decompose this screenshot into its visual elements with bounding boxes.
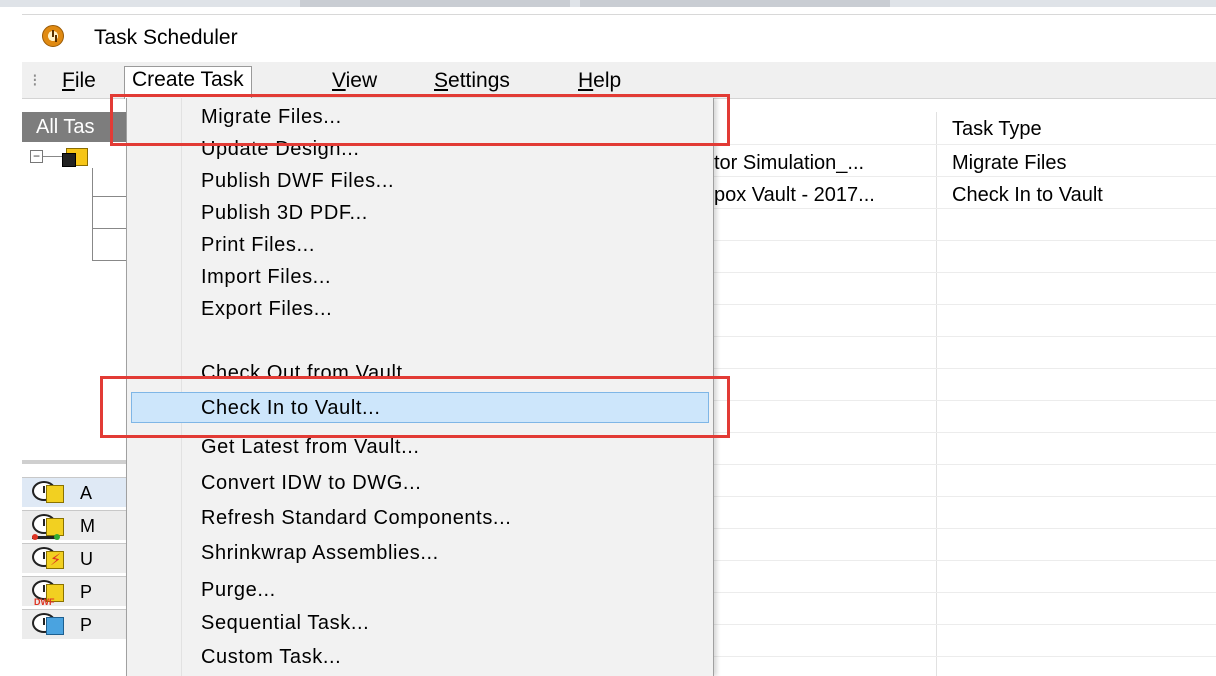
menu-settings-label: Settings (434, 69, 510, 92)
menu-item-export-files[interactable]: Export Files... (127, 294, 713, 325)
grid-row-line (712, 496, 1216, 497)
column-header-task-type[interactable]: Task Type (952, 118, 1042, 141)
menu-file[interactable]: File (62, 68, 96, 94)
top-strip-segment (580, 0, 890, 7)
menu-item-sequential-task[interactable]: Sequential Task... (127, 608, 713, 639)
table-cell-task-name[interactable]: pox Vault - 2017... (714, 184, 875, 207)
nav-button-label: P (80, 582, 93, 602)
title-bar: Task Scheduler (22, 14, 1216, 61)
menu-item-custom-task[interactable]: Custom Task... (127, 642, 713, 673)
menu-help-label: Help (578, 69, 622, 92)
grid-row-line (712, 240, 1216, 241)
grid-row-line (712, 592, 1216, 593)
tree-connector (92, 168, 93, 260)
nav-button-label: M (80, 516, 95, 536)
menu-item-migrate-files[interactable]: Migrate Files... (127, 102, 713, 133)
menu-file-rest: ile (74, 69, 96, 92)
grid-row-line (712, 656, 1216, 657)
tree-panel-header: All Tas (22, 112, 126, 142)
nav-button-label: U (80, 549, 93, 569)
update-design-icon: ⚡ (32, 547, 66, 571)
create-task-dropdown: Migrate Files... Update Design... Publis… (126, 98, 714, 676)
menu-item-refresh-standard[interactable]: Refresh Standard Components... (127, 503, 713, 534)
grid-row-line (712, 336, 1216, 337)
menu-bar: ⁝ File Create Task View Settings Help (22, 62, 1216, 99)
menu-create-task-label: Create Task (132, 68, 244, 91)
toolbar-grip-icon[interactable]: ⁝ (32, 70, 38, 91)
grid-row-line (712, 400, 1216, 401)
table-cell-task-name[interactable]: tor Simulation_... (714, 152, 864, 175)
tree-connector (92, 260, 126, 261)
grid-row-line (712, 144, 1216, 145)
panel-splitter[interactable] (22, 460, 126, 464)
tree-connector (92, 228, 126, 229)
grid-row-line (712, 208, 1216, 209)
grid-row-line (712, 432, 1216, 433)
nav-button-label: A (80, 483, 93, 503)
publish-dwf-icon: DWF (32, 580, 66, 607)
nav-button-label: P (80, 615, 93, 635)
nav-publish-pdf-button[interactable]: P (22, 609, 126, 639)
menu-item-check-in-vault[interactable]: Check In to Vault... (131, 392, 709, 423)
nav-migrate-button[interactable]: M (22, 510, 126, 540)
table-cell-task-type[interactable]: Check In to Vault (952, 184, 1103, 207)
menu-item-convert-idw-dwg[interactable]: Convert IDW to DWG... (127, 468, 713, 499)
window-title: Task Scheduler (94, 26, 238, 49)
menu-view[interactable]: View (332, 68, 377, 94)
tree-connector (43, 156, 63, 157)
all-tasks-icon (32, 481, 66, 505)
grid-row-line (712, 304, 1216, 305)
tree-connector (92, 196, 126, 197)
grid-row-line (712, 368, 1216, 369)
menu-item-check-out-vault[interactable]: Check Out from Vault... (127, 358, 713, 389)
menu-item-get-latest-vault[interactable]: Get Latest from Vault... (127, 432, 713, 463)
menu-item-shrinkwrap[interactable]: Shrinkwrap Assemblies... (127, 538, 713, 569)
menu-item-print-files[interactable]: Print Files... (127, 230, 713, 261)
menu-item-import-files[interactable]: Import Files... (127, 262, 713, 293)
table-cell-task-type[interactable]: Migrate Files (952, 152, 1066, 175)
menu-settings[interactable]: Settings (434, 68, 510, 94)
clock-icon (42, 25, 64, 47)
menu-item-publish-3d-pdf[interactable]: Publish 3D PDF... (127, 198, 713, 229)
task-tree-panel: All Tas − A M ⚡ U DWF P P (22, 112, 127, 676)
dwf-badge: DWF (34, 597, 55, 607)
grid-row-line (712, 464, 1216, 465)
nav-update-button[interactable]: ⚡ U (22, 543, 126, 573)
folder-tasks-icon[interactable] (62, 148, 88, 167)
grid-row-line (712, 528, 1216, 529)
grid-row-line (712, 272, 1216, 273)
menu-item-update-design[interactable]: Update Design... (127, 134, 713, 165)
menu-help[interactable]: Help (578, 68, 621, 94)
top-window-strip (0, 0, 1216, 7)
publish-3d-pdf-icon (32, 613, 66, 637)
nav-all-tasks-button[interactable]: A (22, 477, 126, 507)
grid-row-line (712, 560, 1216, 561)
menu-item-purge[interactable]: Purge... (127, 575, 713, 606)
tree-collapse-icon[interactable]: − (30, 150, 43, 163)
migrate-files-icon (32, 514, 66, 540)
grid-row-line (712, 624, 1216, 625)
grid-row-line (712, 176, 1216, 177)
nav-publish-dwf-button[interactable]: DWF P (22, 576, 126, 607)
top-strip-segment (300, 0, 570, 7)
menu-create-task[interactable]: Create Task (124, 66, 252, 99)
menu-item-publish-dwf[interactable]: Publish DWF Files... (127, 166, 713, 197)
menu-view-label: View (332, 69, 378, 92)
menu-file-mnemonic: F (62, 69, 75, 92)
